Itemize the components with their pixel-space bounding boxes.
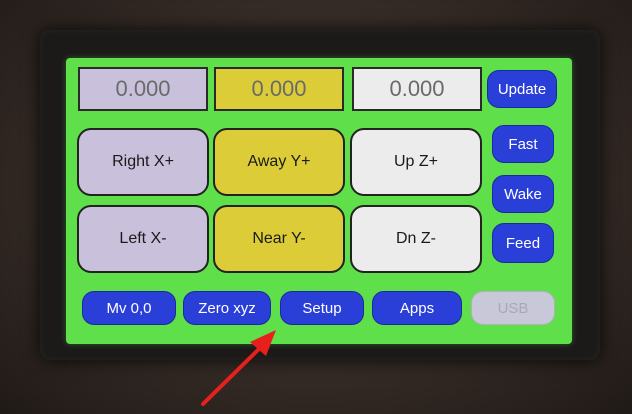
arrow-shaft bbox=[201, 344, 264, 406]
annotation-arrow bbox=[201, 330, 276, 406]
